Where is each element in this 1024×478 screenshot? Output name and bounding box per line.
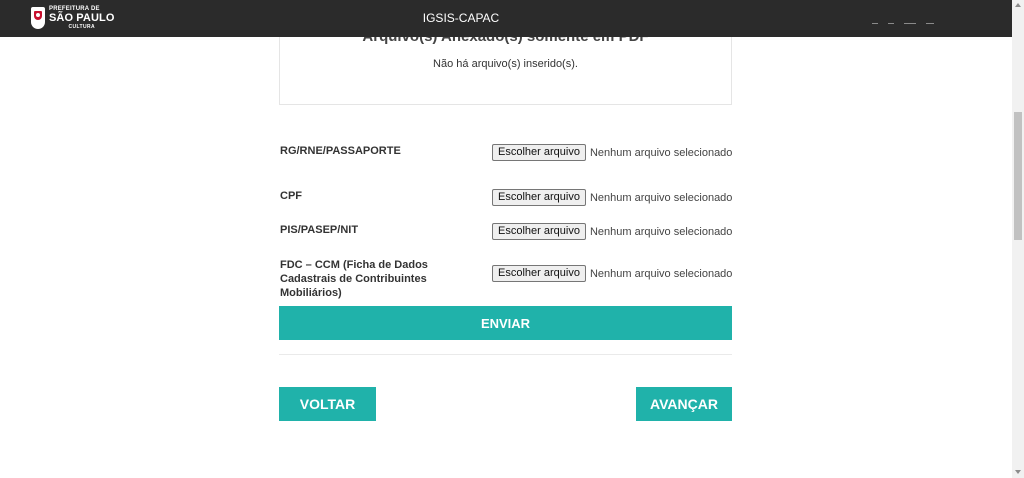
back-button[interactable]: VOLTAR [279,387,376,421]
upload-label: RG/RNE/PASSAPORTE [280,145,401,157]
section-divider [279,354,732,355]
upload-label: PIS/PASEP/NIT [280,224,359,236]
file-input-pis[interactable]: Escolher arquivo Nenhum arquivo selecion… [492,223,732,240]
file-status: Nenhum arquivo selecionado [589,146,733,159]
file-status: Nenhum arquivo selecionado [589,225,733,238]
attached-files-heading: Arquivo(s) Anexado(s) somente em PDF [280,37,731,45]
top-navbar: PREFEITURA DE SÃO PAULO CULTURA IGSIS-CA… [0,0,1012,37]
nav-right-menu[interactable] [872,23,956,25]
app-title[interactable]: IGSIS-CAPAC [0,11,922,25]
choose-file-button[interactable]: Escolher arquivo [492,189,586,206]
file-status: Nenhum arquivo selecionado [589,267,733,280]
logo-line3: CULTURA [68,24,96,30]
choose-file-button[interactable]: Escolher arquivo [492,265,586,282]
choose-file-button[interactable]: Escolher arquivo [492,223,586,240]
scroll-up-arrow-icon[interactable] [1015,3,1021,7]
next-button[interactable]: AVANÇAR [636,387,732,421]
vertical-scrollbar[interactable] [1012,0,1024,478]
upload-label: CPF [280,190,302,202]
no-files-message: Não há arquivo(s) inserido(s). [433,58,578,70]
scroll-down-arrow-icon[interactable] [1015,470,1021,474]
upload-label: FDC – CCM (Ficha de Dados Cadastrais de … [280,259,428,299]
file-input-cpf[interactable]: Escolher arquivo Nenhum arquivo selecion… [492,189,732,206]
scrollbar-thumb[interactable] [1014,112,1022,240]
choose-file-button[interactable]: Escolher arquivo [492,144,586,161]
file-input-fdc-ccm[interactable]: Escolher arquivo Nenhum arquivo selecion… [492,265,732,282]
submit-button[interactable]: ENVIAR [279,306,732,340]
file-input-rg[interactable]: Escolher arquivo Nenhum arquivo selecion… [492,144,732,161]
file-status: Nenhum arquivo selecionado [589,191,733,204]
attached-files-panel: Arquivo(s) Anexado(s) somente em PDF Não… [279,37,732,105]
